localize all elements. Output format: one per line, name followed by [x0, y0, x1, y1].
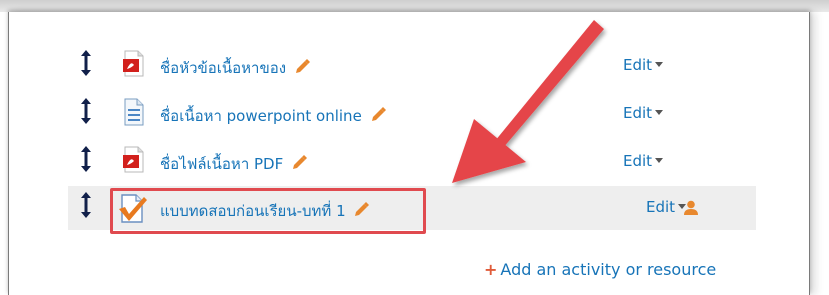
edit-label: Edit	[623, 56, 653, 74]
pencil-edit-icon[interactable]	[371, 107, 386, 126]
move-handle-icon[interactable]	[78, 48, 94, 78]
pencil-edit-icon[interactable]	[292, 155, 308, 174]
move-handle-icon[interactable]	[78, 96, 94, 126]
chevron-down-icon	[655, 110, 664, 115]
activity-title: ชื่อเนื้อหา powerpoint online	[160, 107, 362, 125]
edit-menu-button[interactable]: Edit	[623, 56, 664, 74]
move-handle-icon[interactable]	[78, 144, 94, 174]
user-group-icon[interactable]	[684, 200, 698, 220]
edit-menu-button[interactable]: Edit	[646, 198, 687, 216]
edit-label: Edit	[623, 152, 653, 170]
window-top-bar	[0, 0, 829, 12]
pdf-file-icon	[122, 146, 146, 174]
activity-link[interactable]: ชื่อหัวข้อเนื้อหาของ	[160, 56, 310, 80]
edit-label: Edit	[646, 198, 676, 216]
plus-icon: +	[484, 260, 498, 279]
activity-title: ชื่อหัวข้อเนื้อหาของ	[160, 59, 287, 77]
edit-menu-button[interactable]: Edit	[623, 152, 664, 170]
edit-menu-button[interactable]: Edit	[623, 104, 664, 122]
document-file-icon	[122, 98, 146, 126]
pencil-edit-icon[interactable]	[295, 59, 310, 78]
edit-label: Edit	[623, 104, 653, 122]
chevron-down-icon	[655, 62, 664, 67]
add-activity-link[interactable]: + Add an activity or resource	[484, 260, 716, 279]
activity-title: ชื่อไฟล์เนื้อหา PDF	[160, 155, 284, 173]
add-activity-label: Add an activity or resource	[500, 260, 717, 279]
activity-link[interactable]: ชื่อเนื้อหา powerpoint online	[160, 104, 386, 128]
activity-row: ชื่อหัวข้อเนื้อหาของ Edit	[68, 44, 756, 88]
move-handle-icon[interactable]	[78, 190, 94, 220]
activity-row: ชื่อเนื้อหา powerpoint online Edit	[68, 92, 756, 136]
highlight-box	[110, 188, 426, 234]
activity-row: ชื่อไฟล์เนื้อหา PDF Edit	[68, 140, 756, 184]
chevron-down-icon	[655, 158, 664, 163]
activity-link[interactable]: ชื่อไฟล์เนื้อหา PDF	[160, 152, 308, 176]
pdf-file-icon	[122, 50, 146, 78]
